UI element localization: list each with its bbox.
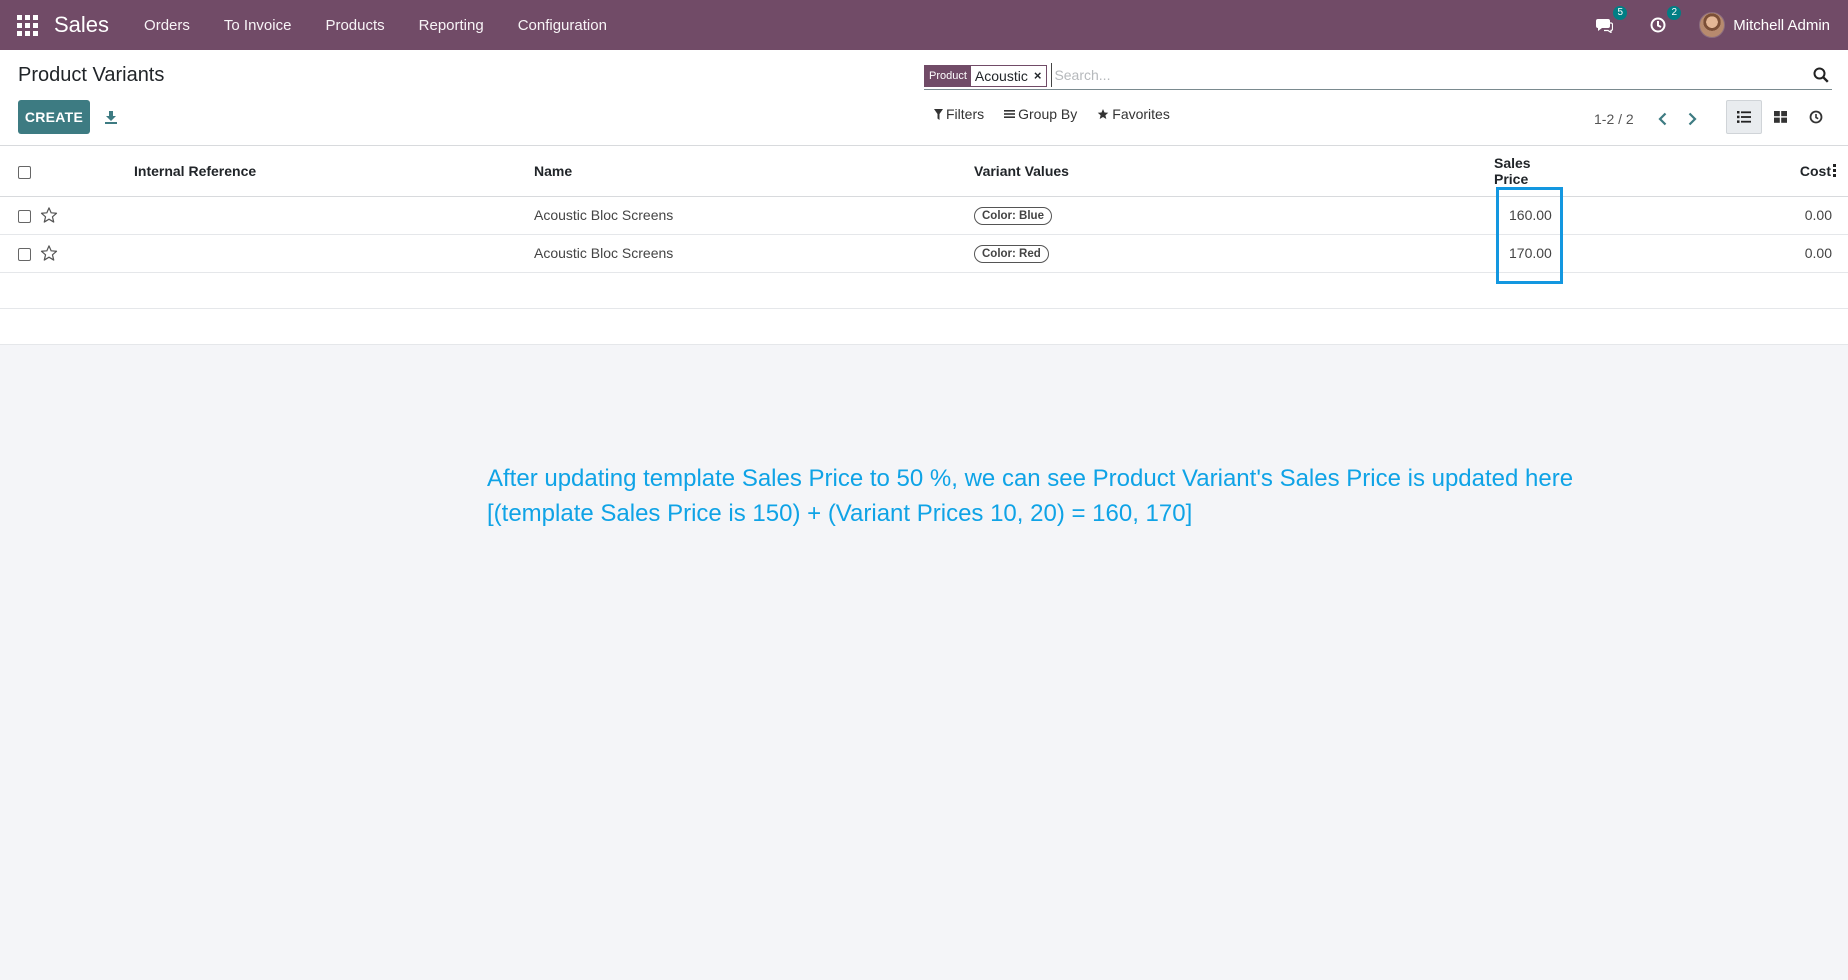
row-select-cell [0,196,40,235]
chevron-left-icon[interactable] [1652,108,1674,130]
cell-internal-reference [126,196,526,235]
top-navbar: Sales Orders To Invoice Products Reporti… [0,0,1848,50]
list-view-icon[interactable] [1726,100,1762,134]
menu-item-reporting[interactable]: Reporting [402,17,501,34]
favorite-cell [40,196,126,235]
favorite-column-header [40,146,126,197]
favorites-toggle[interactable]: Favorites [1097,106,1170,122]
star-icon[interactable] [40,206,58,224]
page-title: Product Variants [18,64,165,86]
app-name[interactable]: Sales [54,12,109,38]
pager: 1-2 / 2 [1594,108,1712,130]
menu-item-products[interactable]: Products [308,17,401,34]
column-header-cost[interactable]: Cost [1800,163,1831,179]
favorites-label: Favorites [1112,106,1170,122]
facet-value: Acoustic [970,65,1034,86]
messages-icon[interactable]: 5 [1593,6,1628,36]
menu-item-configuration[interactable]: Configuration [501,17,624,34]
user-menu[interactable]: Mitchell Admin [1699,12,1830,38]
cell-name: Acoustic Bloc Screens [526,234,966,273]
apps-menu-icon[interactable] [14,12,40,38]
chevron-right-icon[interactable] [1682,108,1704,130]
cell-cost: 0.00 [1576,234,1848,273]
product-variants-table: Internal Reference Name Variant Values S… [0,146,1848,345]
column-header-variant-values[interactable]: Variant Values [966,146,1486,197]
create-button[interactable]: CREATE [18,100,90,134]
table-row[interactable]: Acoustic Bloc Screens Color: Blue 160.00… [0,196,1848,235]
messages-badge: 5 [1613,6,1628,20]
annotation-line-2: [(template Sales Price is 150) + (Varian… [487,500,1193,527]
group-by-toggle[interactable]: Group By [1004,106,1077,122]
pager-value[interactable]: 1-2 / 2 [1594,111,1634,127]
sales-price-highlight [1496,187,1563,284]
annotation-line-1: After updating template Sales Price to 5… [487,465,1574,492]
row-checkbox[interactable] [18,247,31,261]
facet-label: Product [925,65,971,86]
activities-badge: 2 [1667,6,1682,20]
row-checkbox[interactable] [18,209,31,223]
filters-toggle[interactable]: Filters [934,106,984,122]
user-name: Mitchell Admin [1733,16,1830,34]
search-bar: Product Acoustic × [924,60,1832,90]
star-icon [1097,108,1109,120]
empty-row [0,272,1848,309]
filter-icon [934,108,943,120]
activities-icon[interactable]: 2 [1647,6,1682,36]
filters-label: Filters [946,106,985,122]
star-icon[interactable] [40,244,58,262]
annotation-text: After updating template Sales Price to 5… [487,461,1573,531]
empty-row [0,308,1848,345]
download-icon[interactable] [100,106,122,128]
activity-view-icon[interactable] [1798,100,1834,134]
variant-tag: Color: Blue [974,206,1052,225]
cell-internal-reference [126,234,526,273]
bars-icon [1004,109,1016,119]
view-switcher [1726,100,1834,134]
facet-remove-icon[interactable]: × [1033,65,1047,86]
column-header-name[interactable]: Name [526,146,966,197]
list-view: Internal Reference Name Variant Values S… [0,146,1848,345]
cell-name: Acoustic Bloc Screens [526,196,966,235]
column-header-internal-reference[interactable]: Internal Reference [126,146,526,197]
column-header-cost-cell: Cost [1576,146,1848,197]
row-select-cell [0,234,40,273]
select-all-cell [0,146,40,197]
optional-columns-icon[interactable] [1833,164,1836,178]
search-options: Filters Group By Favorites [934,106,1190,122]
menu-item-to-invoice[interactable]: To Invoice [207,17,309,34]
menu-item-orders[interactable]: Orders [127,17,207,34]
select-all-checkbox[interactable] [18,165,31,179]
table-header-row: Internal Reference Name Variant Values S… [0,146,1848,197]
cell-variant-values: Color: Red [966,234,1486,273]
search-input[interactable] [1051,62,1812,87]
avatar [1699,12,1726,38]
kanban-view-icon[interactable] [1762,100,1798,134]
group-by-label: Group By [1018,106,1078,122]
cell-cost: 0.00 [1576,196,1848,235]
search-facet: Product Acoustic × [924,64,1048,87]
table-row[interactable]: Acoustic Bloc Screens Color: Red 170.00 … [0,234,1848,273]
favorite-cell [40,234,126,273]
search-icon[interactable] [1812,66,1830,84]
control-panel: Product Variants CREATE Product Acoustic… [0,50,1848,146]
navbar-systray: 5 2 Mitchell Admin [1577,0,1848,50]
variant-tag: Color: Red [974,244,1049,263]
cell-variant-values: Color: Blue [966,196,1486,235]
